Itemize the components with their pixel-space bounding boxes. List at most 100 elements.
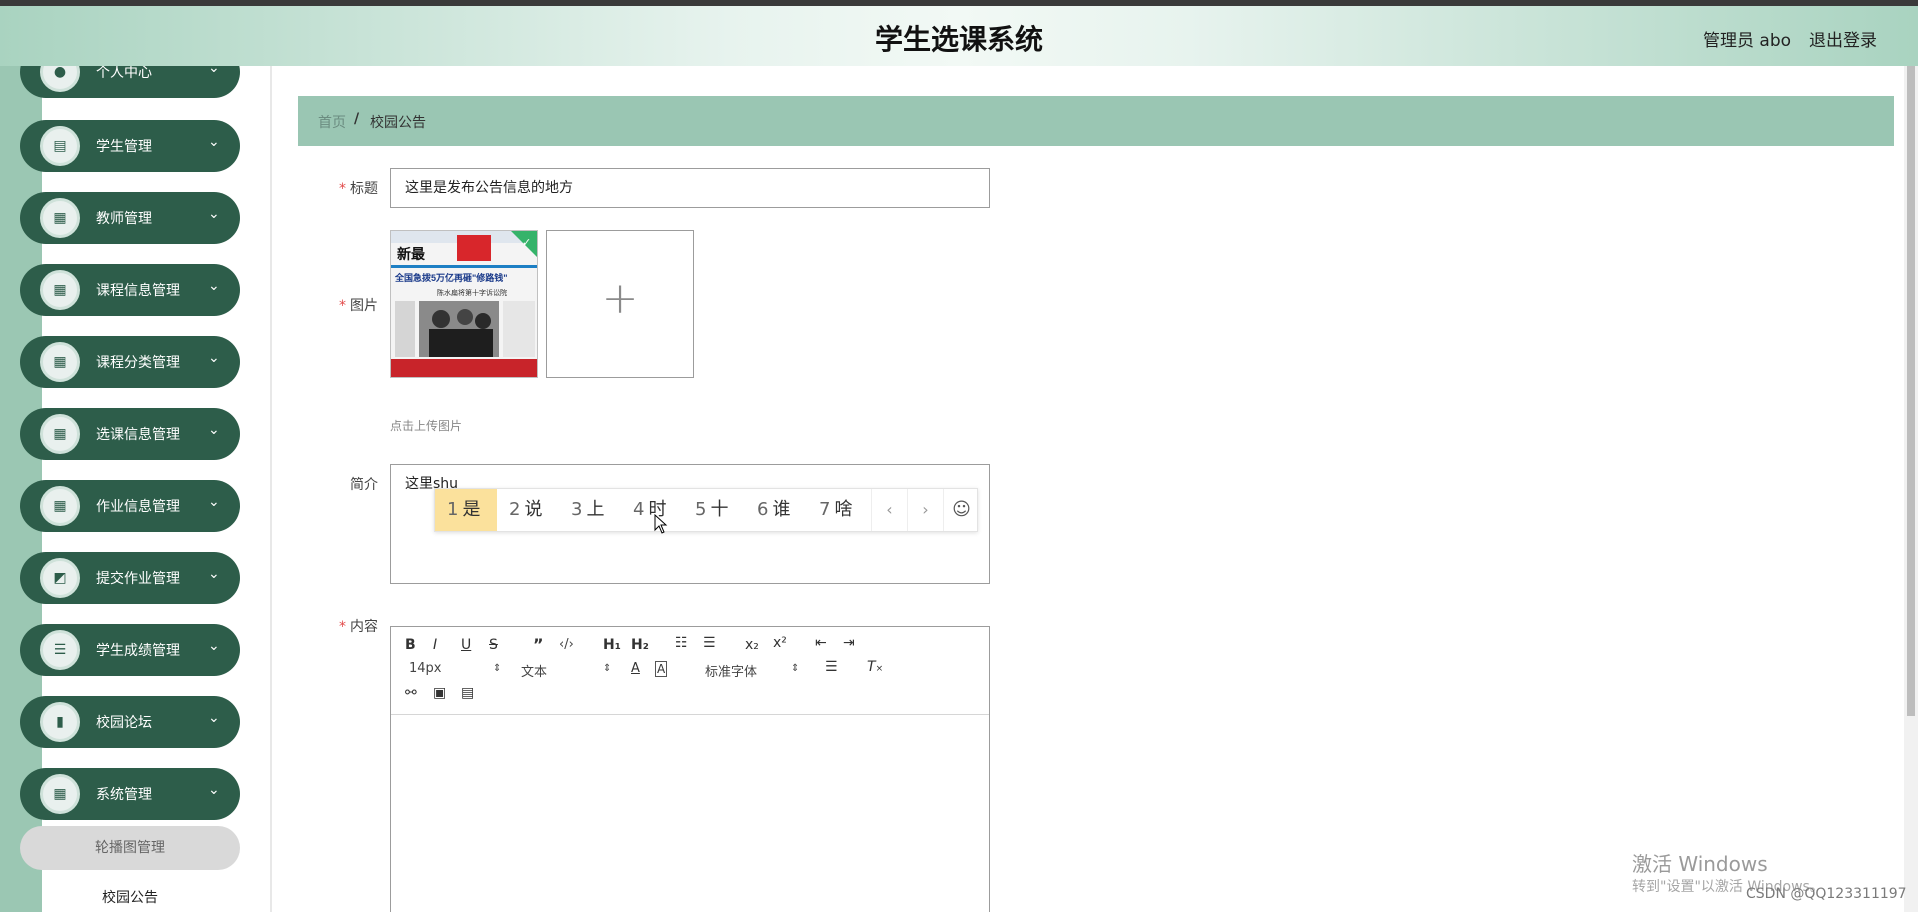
strikethrough-icon[interactable]: S <box>489 637 498 653</box>
sidebar-item-label: 课程信息管理 <box>96 283 180 299</box>
clear-format-icon[interactable]: T× <box>867 659 883 675</box>
emoji-icon[interactable]: ☺ <box>943 489 979 531</box>
title-input[interactable]: 这里是发布公告信息的地方 <box>390 168 990 208</box>
sidebar-item-personal-center[interactable]: ● 个人中心 ⌄ <box>20 66 240 98</box>
sidebar-item-course-category[interactable]: ▦ 课程分类管理 ⌄ <box>20 336 240 388</box>
ime-candidate[interactable]: 1是 <box>435 489 497 531</box>
image-icon[interactable]: ▣ <box>433 685 446 701</box>
chevron-down-icon: ⌄ <box>208 782 220 798</box>
chevron-right-icon[interactable]: › <box>907 489 943 531</box>
ime-candidate[interactable]: 4时 <box>621 489 683 531</box>
sidebar-subitem-campus-notice[interactable]: 校园公告 <box>20 876 240 912</box>
chevron-down-icon: ⌄ <box>208 66 220 76</box>
underline-icon[interactable]: U <box>461 637 471 653</box>
newspaper-image: 新最 全国急拨5万亿再砸"修路钱" 陈水扁将第十字诉讼院 ✓ <box>391 231 537 377</box>
content-scrollbar[interactable] <box>1904 66 1918 912</box>
chevron-down-icon: ⌄ <box>208 710 220 726</box>
sidebar-item-campus-forum[interactable]: ▮ 校园论坛 ⌄ <box>20 696 240 748</box>
ime-candidate[interactable]: 2说 <box>497 489 559 531</box>
blockquote-icon[interactable]: ” <box>533 635 544 654</box>
person-icon: ● <box>40 66 80 92</box>
grid-icon: ▦ <box>40 774 80 814</box>
ime-candidate[interactable]: 5十 <box>683 489 745 531</box>
breadcrumb-separator: / <box>354 111 360 127</box>
font-size-select[interactable]: 14px ⇕ <box>409 661 502 676</box>
sidebar-item-label: 教师管理 <box>96 211 152 227</box>
plus-icon: + <box>601 273 639 324</box>
sidebar-item-teacher-management[interactable]: ▦ 教师管理 ⌄ <box>20 192 240 244</box>
ime-candidate[interactable]: 3上 <box>559 489 621 531</box>
uploaded-image-thumbnail[interactable]: 新最 全国急拨5万亿再砸"修路钱" 陈水扁将第十字诉讼院 ✓ <box>390 230 538 378</box>
text-type-select[interactable]: 文本 ⇕ <box>521 661 611 680</box>
intro-label: 简介 <box>350 477 378 493</box>
app-header: 学生选课系统 管理员 abo 退出登录 <box>0 6 1918 66</box>
heading1-icon[interactable]: H₁ <box>603 637 621 653</box>
superscript-icon[interactable]: x² <box>773 635 787 651</box>
code-icon[interactable]: ‹/› <box>559 637 574 652</box>
app-title: 学生选课系统 <box>874 23 1043 56</box>
windows-watermark-title: 激活 Windows <box>1632 852 1768 876</box>
rich-text-editor[interactable]: B I U S ” ‹/› H₁ H₂ ☷ ☰ x₂ x² ⇤ ⇥ 14px ⇕ … <box>390 626 990 912</box>
sidebar-item-label: 提交作业管理 <box>96 571 180 587</box>
sort-arrows-icon: ⇕ <box>603 663 612 674</box>
grid-icon: ▦ <box>40 342 80 382</box>
sidebar-item-homework-info[interactable]: ▦ 作业信息管理 ⌄ <box>20 480 240 532</box>
italic-icon[interactable]: I <box>433 637 437 653</box>
chevron-left-icon[interactable]: ‹ <box>871 489 907 531</box>
sidebar-item-student-management[interactable]: ▤ 学生管理 ⌄ <box>20 120 240 172</box>
breadcrumb-home[interactable]: 首页 <box>318 112 346 132</box>
font-family-select[interactable]: 标准字体 ⇕ <box>705 661 805 680</box>
ime-candidate[interactable]: 6谁 <box>745 489 807 531</box>
sidebar-item-label: 个人中心 <box>96 66 152 81</box>
chevron-down-icon: ⌄ <box>208 566 220 582</box>
current-user: 管理员 abo <box>1703 31 1792 51</box>
logout-button[interactable]: 退出登录 <box>1809 26 1877 51</box>
sidebar-item-label: 校园论坛 <box>96 715 152 731</box>
grid-icon: ▦ <box>40 414 80 454</box>
outdent-icon[interactable]: ⇤ <box>815 635 827 651</box>
ime-candidate[interactable]: 7啥 <box>807 489 871 531</box>
content-scrollbar-thumb[interactable] <box>1907 66 1915 716</box>
ordered-list-icon[interactable]: ☷ <box>675 635 688 651</box>
link-icon[interactable]: ⚯ <box>405 685 417 701</box>
breadcrumb-current: 校园公告 <box>370 115 426 131</box>
chart-line-icon: ◩ <box>40 558 80 598</box>
sidebar-item-course-info[interactable]: ▦ 课程信息管理 ⌄ <box>20 264 240 316</box>
chevron-down-icon: ⌄ <box>208 134 220 150</box>
sidebar-subitem-carousel[interactable]: 轮播图管理 <box>20 826 240 870</box>
image-upload-button[interactable]: + <box>546 230 694 378</box>
sidebar-item-label: 系统管理 <box>96 787 152 803</box>
sidebar-item-label: 学生成绩管理 <box>96 643 180 659</box>
breadcrumb: 首页 / 校园公告 <box>298 96 1894 146</box>
heading2-icon[interactable]: H₂ <box>631 637 649 653</box>
chevron-down-icon: ⌄ <box>208 206 220 222</box>
align-icon[interactable]: ☰ <box>825 659 838 675</box>
upload-tip: 点击上传图片 <box>390 419 463 433</box>
clipboard-icon: ▤ <box>40 126 80 166</box>
bold-icon[interactable]: B <box>405 637 416 653</box>
list-icon: ☰ <box>40 630 80 670</box>
editor-toolbar: B I U S ” ‹/› H₁ H₂ ☷ ☰ x₂ x² ⇤ ⇥ 14px ⇕ … <box>391 627 989 715</box>
sidebar-item-homework-submission[interactable]: ◩ 提交作业管理 ⌄ <box>20 552 240 604</box>
grid-icon: ▦ <box>40 270 80 310</box>
grid-icon: ▦ <box>40 486 80 526</box>
sidebar-item-system-management[interactable]: ▦ 系统管理 ⌄ <box>20 768 240 820</box>
thumb-subhead: 陈水扁将第十字诉讼院 <box>437 288 507 297</box>
bullet-list-icon[interactable]: ☰ <box>703 635 716 651</box>
video-icon[interactable]: ▤ <box>461 685 474 701</box>
sort-arrows-icon: ⇕ <box>493 663 502 674</box>
indent-icon[interactable]: ⇥ <box>843 635 855 651</box>
subscript-icon[interactable]: x₂ <box>745 637 759 653</box>
font-color-icon[interactable]: A <box>631 661 640 676</box>
chevron-down-icon: ⌄ <box>208 494 220 510</box>
thumb-masthead: 新最 <box>397 246 426 263</box>
sidebar-item-label: 学生管理 <box>96 139 152 155</box>
sidebar-item-student-grades[interactable]: ☰ 学生成绩管理 ⌄ <box>20 624 240 676</box>
image-label: * 图片 <box>339 298 378 314</box>
sidebar-item-label: 选课信息管理 <box>96 427 180 443</box>
sidebar-item-label: 作业信息管理 <box>96 499 180 515</box>
sidebar-item-course-selection[interactable]: ▦ 选课信息管理 ⌄ <box>20 408 240 460</box>
sort-arrows-icon: ⇕ <box>791 663 800 674</box>
content-label: * 内容 <box>339 619 378 635</box>
background-color-icon[interactable]: A <box>655 661 668 677</box>
